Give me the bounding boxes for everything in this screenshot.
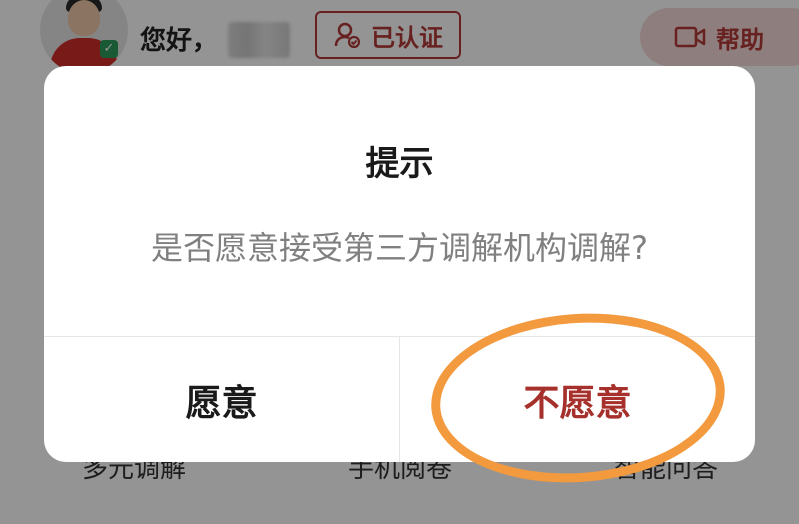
dialog-title: 提示	[365, 144, 434, 184]
dialog-message: 是否愿意接受第三方调解机构调解?	[151, 229, 648, 267]
agree-button[interactable]: 愿意	[44, 337, 399, 462]
